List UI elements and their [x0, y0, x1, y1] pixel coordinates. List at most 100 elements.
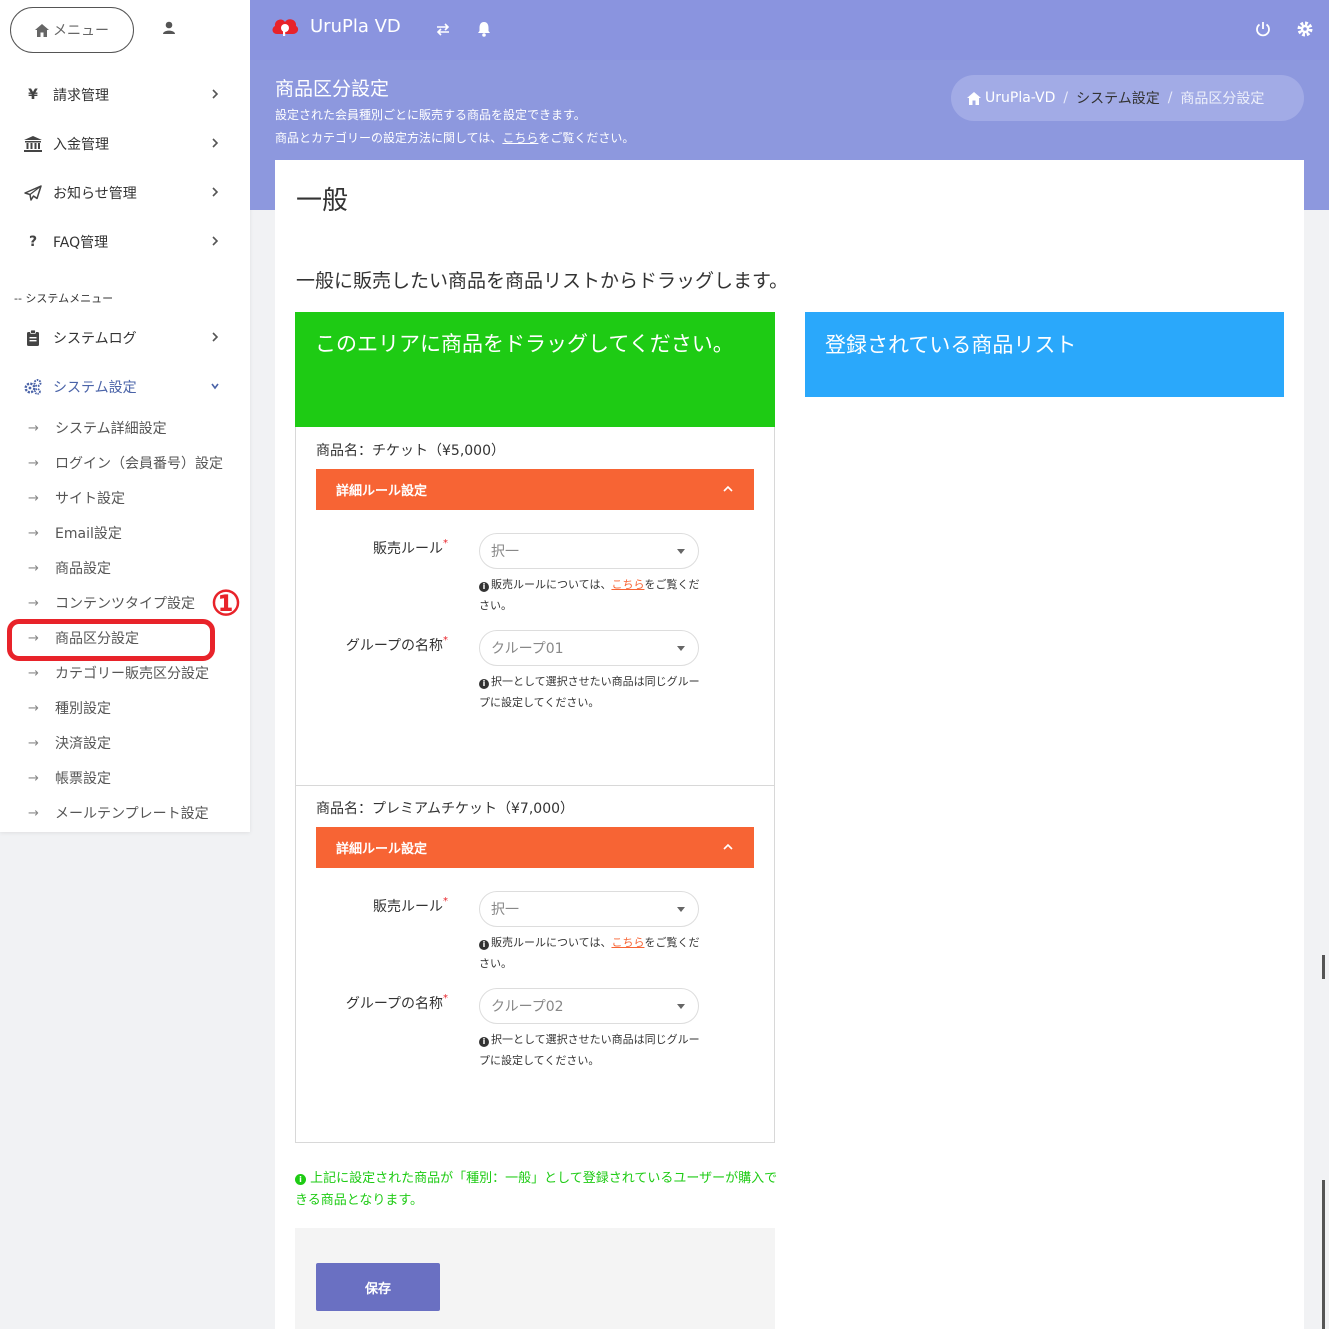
arrow-right-icon: →	[28, 420, 39, 436]
group-name-label: グループの名称*	[316, 635, 448, 655]
sale-rule-help: i 販売ルールについては、こちらをご覧ください。	[479, 932, 701, 974]
info-icon: i	[479, 1037, 489, 1047]
required-mark: *	[443, 538, 448, 549]
breadcrumb-home[interactable]: UruPla-VD	[985, 90, 1055, 106]
help-text: 択一として選択させたい商品は同じグループに設定してください。	[479, 675, 700, 709]
arrow-right-icon: →	[28, 735, 39, 751]
card-lead: 一般に販売したい商品を商品リストからドラッグします。	[296, 270, 789, 292]
sale-rule-select[interactable]: 択一	[479, 533, 699, 569]
group-name-label-text: グループの名称	[345, 996, 443, 1012]
sub-item-category-sales[interactable]: → カテゴリー販売区分設定	[28, 662, 209, 684]
help-text: 択一として選択させたい商品は同じグループに設定してください。	[479, 1033, 700, 1067]
home-icon	[35, 23, 49, 37]
paper-plane-icon	[24, 185, 42, 201]
sub-item-product[interactable]: → 商品設定	[28, 557, 111, 579]
help-link[interactable]: こちら	[611, 936, 644, 949]
breadcrumb-system-settings[interactable]: システム設定	[1076, 88, 1160, 108]
annotation-highlight	[7, 619, 215, 661]
bank-icon	[24, 136, 42, 152]
sale-rule-label: 販売ルール*	[316, 538, 448, 558]
sale-rule-value: 択一	[491, 902, 519, 918]
required-mark: *	[443, 896, 448, 907]
info-note: i 上記に設定された商品が「種別：一般」として登録されているユーザーが購入できる…	[295, 1168, 785, 1212]
question-icon: ?	[28, 234, 38, 250]
detail-rule-label: 詳細ルール設定	[336, 484, 428, 499]
help-text: をご覧ください。	[538, 131, 635, 145]
user-icon[interactable]	[160, 19, 178, 37]
chevron-right-icon	[212, 89, 219, 99]
sub-item-type[interactable]: → 種別設定	[28, 697, 111, 719]
caret-down-icon	[677, 1004, 685, 1009]
page-description: 設定された会員種別ごとに販売する商品を設定できます。	[275, 108, 586, 122]
product-list-header: 登録されている商品リスト	[805, 312, 1284, 397]
gears-icon	[24, 379, 42, 395]
sub-item-label: システム詳細設定	[55, 421, 167, 437]
sidebar-item-system-log[interactable]: システムログ	[24, 326, 224, 350]
sub-item-system-detail[interactable]: → システム詳細設定	[28, 417, 167, 439]
scrollbar-marker	[1322, 955, 1325, 979]
arrow-right-icon: →	[28, 455, 39, 471]
help-link[interactable]: こちら	[502, 131, 538, 145]
sub-item-label: サイト設定	[55, 491, 125, 507]
clipboard-icon	[27, 330, 39, 346]
page-title: 商品区分設定	[275, 78, 390, 100]
card-title: 一般	[296, 186, 349, 216]
info-note-text: 上記に設定された商品が「種別：一般」として登録されているユーザーが購入できる商品…	[295, 1171, 778, 1208]
sale-rule-label: 販売ルール*	[316, 896, 448, 916]
sale-rule-label-text: 販売ルール	[373, 899, 443, 915]
detail-rule-toggle[interactable]: 詳細ルール設定	[316, 827, 754, 868]
info-icon: i	[479, 582, 489, 592]
arrow-right-icon: →	[28, 490, 39, 506]
breadcrumb-separator: /	[1167, 90, 1173, 106]
sale-rule-help: i 販売ルールについては、こちらをご覧ください。	[479, 574, 701, 616]
caret-down-icon	[677, 907, 685, 912]
home-icon	[967, 91, 981, 105]
sub-item-email[interactable]: → Email設定	[28, 522, 122, 544]
detail-rule-label: 詳細ルール設定	[336, 842, 428, 857]
arrow-right-icon: →	[28, 525, 39, 541]
menu-button-label: メニュー	[53, 23, 109, 39]
brand[interactable]: UruPla VD	[270, 14, 401, 38]
sub-item-label: メールテンプレート設定	[55, 806, 209, 822]
gear-icon[interactable]	[1295, 19, 1315, 39]
sidebar-item-label: システムログ	[53, 331, 137, 347]
sidebar-item-news[interactable]: お知らせ管理	[24, 181, 224, 205]
swap-icon[interactable]	[433, 19, 453, 39]
product-name[interactable]: 商品名：チケット（¥5,000）	[316, 440, 505, 460]
sub-item-label: 商品設定	[55, 561, 111, 577]
sale-rule-select[interactable]: 択一	[479, 891, 699, 927]
detail-rule-toggle[interactable]: 詳細ルール設定	[316, 469, 754, 510]
sale-rule-value: 択一	[491, 544, 519, 560]
group-name-label: グループの名称*	[316, 993, 448, 1013]
menu-button[interactable]: メニュー	[10, 7, 134, 53]
sub-item-forms[interactable]: → 帳票設定	[28, 767, 111, 789]
group-name-value: クループ02	[491, 999, 564, 1015]
sidebar-item-label: 入金管理	[53, 137, 109, 153]
sub-item-mail-template[interactable]: → メールテンプレート設定	[28, 802, 209, 824]
save-button[interactable]: 保存	[316, 1263, 440, 1311]
help-link[interactable]: こちら	[611, 578, 644, 591]
sidebar-item-payment[interactable]: 入金管理	[24, 132, 224, 156]
group-name-select[interactable]: クループ01	[479, 630, 699, 666]
bell-icon[interactable]	[474, 19, 494, 39]
sub-item-label: カテゴリー販売区分設定	[55, 666, 209, 682]
breadcrumb: UruPla-VD / システム設定 / 商品区分設定	[951, 75, 1304, 121]
power-icon[interactable]	[1253, 19, 1273, 39]
sub-item-site[interactable]: → サイト設定	[28, 487, 125, 509]
sub-item-content-type[interactable]: → コンテンツタイプ設定	[28, 592, 195, 614]
sidebar-item-system-settings[interactable]: システム設定	[24, 375, 224, 399]
sidebar-item-faq[interactable]: ? FAQ管理	[24, 230, 224, 254]
scrollbar-thumb[interactable]	[1322, 1180, 1325, 1329]
group-name-help: i 択一として選択させたい商品は同じグループに設定してください。	[479, 1029, 701, 1071]
sub-item-login[interactable]: → ログイン（会員番号）設定	[28, 452, 223, 474]
brand-name: UruPla VD	[310, 15, 401, 37]
info-icon: i	[479, 940, 489, 950]
sidebar-item-label: 請求管理	[53, 88, 109, 104]
sidebar-item-billing[interactable]: ¥ 請求管理	[24, 83, 224, 107]
info-icon: i	[479, 679, 489, 689]
chevron-right-icon	[212, 236, 219, 246]
group-name-select[interactable]: クループ02	[479, 988, 699, 1024]
logo-icon	[272, 19, 299, 36]
product-name[interactable]: 商品名：プレミアムチケット（¥7,000）	[316, 798, 574, 818]
sub-item-settlement[interactable]: → 決済設定	[28, 732, 111, 754]
